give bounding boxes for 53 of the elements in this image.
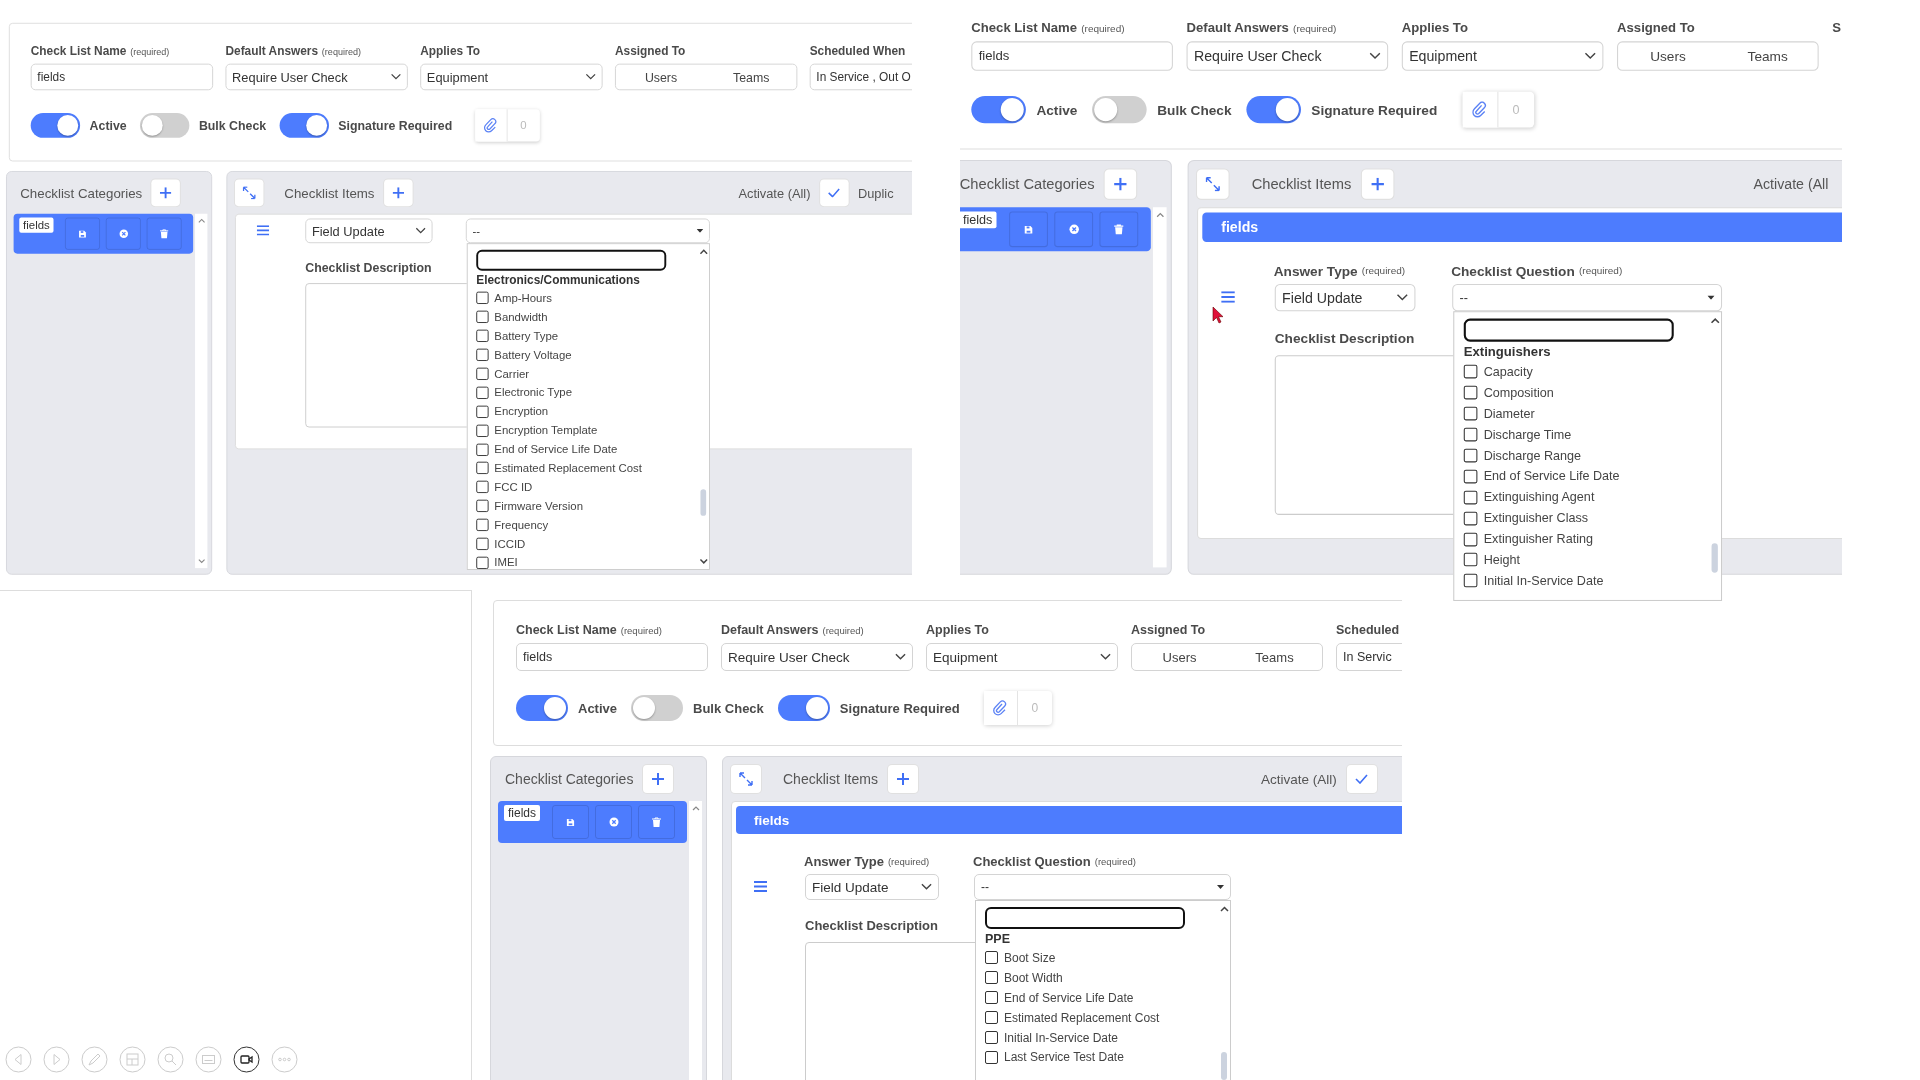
field-label: Checklist Question	[1451, 262, 1575, 279]
toggle-label: Signature Required	[1311, 101, 1438, 118]
field-label: Check List Name	[516, 623, 617, 637]
toggle-label: Active	[578, 700, 618, 716]
field-label: Applies To	[1401, 20, 1468, 36]
required-hint: (required)	[1293, 21, 1337, 34]
attachment-count: 0	[1030, 700, 1040, 717]
field-label: Checklist Description	[1274, 330, 1415, 348]
field-label: Default Answers	[225, 44, 319, 58]
field-label: Check List Name	[971, 20, 1078, 36]
panel-title: Checklist Categories	[960, 175, 1095, 193]
required-hint: (required)	[1579, 264, 1623, 276]
panel-title: Checklist Categories	[505, 771, 634, 787]
field-label: Assigned To	[1131, 623, 1206, 637]
required-hint: (required)	[321, 46, 361, 57]
field-label: Scheduled When	[809, 44, 906, 58]
panel-title: Checklist Items	[1251, 175, 1352, 193]
option-group-label: Electronics/Communications	[476, 273, 641, 287]
required-hint: (required)	[130, 46, 170, 57]
field-label: Assigned To	[1617, 20, 1695, 36]
attachment-count: 0	[1511, 101, 1521, 119]
toggle-label: Bulk Check	[198, 118, 267, 133]
required-hint: (required)	[1081, 21, 1125, 34]
toggle-label: Active	[1036, 101, 1078, 118]
required-hint: (required)	[620, 624, 662, 636]
field-label: Answer Type	[804, 853, 884, 869]
option-group-label: Extinguishers	[1463, 344, 1552, 360]
field-label: Applies To	[926, 623, 989, 637]
field-label: Assigned To	[614, 44, 686, 58]
field-label: Scheduled	[1336, 623, 1400, 637]
toggle-label: Active	[89, 118, 127, 133]
field-label: Checklist Description	[805, 918, 938, 935]
field-label: Answer Type	[1273, 262, 1358, 279]
field-label: Default Answers	[1186, 20, 1289, 36]
toggle-label: Bulk Check	[693, 700, 764, 716]
panel-title: Checklist Items	[284, 185, 375, 201]
field-label: Checklist Question	[973, 853, 1091, 869]
required-hint: (required)	[1361, 264, 1406, 276]
field-label: S	[1832, 20, 1842, 36]
field-label: Checklist Description	[305, 260, 432, 277]
panel-title: Checklist Items	[783, 771, 878, 787]
field-label: Default Answers	[721, 623, 819, 637]
required-hint: (required)	[822, 624, 864, 636]
field-label: Check List Name	[30, 44, 127, 58]
panel-title: Checklist Categories	[20, 185, 143, 201]
toggle-label: Signature Required	[338, 118, 453, 133]
field-label: Applies To	[420, 44, 480, 58]
required-hint: (required)	[887, 855, 930, 867]
attachment-count: 0	[519, 117, 528, 135]
option-group-label: PPE	[985, 932, 1011, 946]
toggle-label: Bulk Check	[1157, 101, 1232, 118]
toggle-label: Signature Required	[839, 700, 960, 716]
required-hint: (required)	[1094, 855, 1136, 867]
